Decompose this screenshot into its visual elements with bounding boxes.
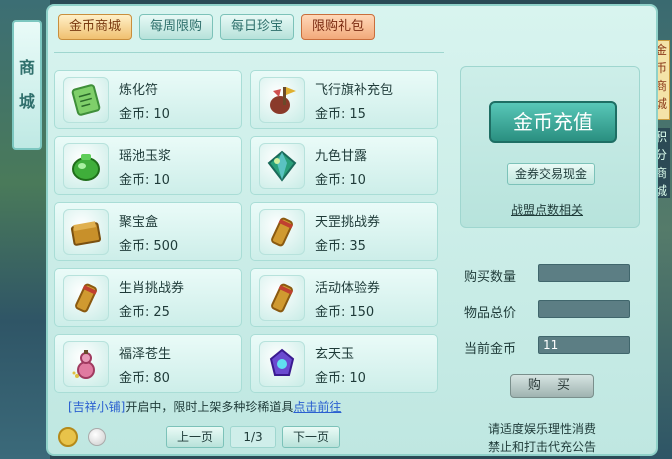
scroll-icon [259,275,305,321]
item-price: 金币: 25 [119,301,170,320]
item-name: 瑶池玉浆 [119,149,172,164]
toggle-dot-icon[interactable] [88,428,106,446]
item-price: 金币: 150 [315,301,374,320]
price-value: 25 [153,305,170,320]
voucher-exchange-button[interactable]: 金券交易现金 [507,163,595,185]
gourd-icon [63,341,109,387]
price-label: 金币: [315,305,346,320]
price-label: 金币: [119,305,150,320]
item-name: 天罡挑战券 [315,215,381,230]
flag-pouch-icon [259,77,305,123]
purple-jade-icon [259,341,305,387]
alliance-points-link[interactable]: 战盟点数相关 [511,201,583,218]
shop-item[interactable]: 聚宝盒 金币: 500 [54,202,242,261]
item-price: 金币: 80 [119,367,170,386]
page-indicator: 1/3 [230,426,277,448]
next-page-button[interactable]: 下一页 [282,426,341,448]
item-name: 聚宝盒 [119,215,159,230]
nectar-gem-icon [259,143,305,189]
item-price: 金币: 15 [315,103,366,122]
item-name: 九色甘露 [315,149,368,164]
price-value: 500 [153,239,179,254]
item-grid: 炼化符 金币: 10 飞行旗补充包 金币: 15 瑶池玉浆 金币: 10 九色甘露 金… [54,70,440,393]
item-name: 活动体验券 [315,281,381,296]
price-value: 10 [153,173,170,188]
price-label: 金币: [119,239,150,254]
notice-shop-name: [吉祥小铺] [68,400,126,414]
shop-item[interactable]: 瑶池玉浆 金币: 10 [54,136,242,195]
quantity-label: 购买数量 [464,270,517,285]
treasure-box-icon [63,209,109,255]
recharge-panel: 金币充值 金券交易现金 战盟点数相关 [460,66,640,228]
price-label: 金币: [315,173,346,188]
item-name: 炼化符 [119,83,159,98]
price-label: 金币: [315,107,346,122]
shop-item[interactable]: 天罡挑战券 金币: 35 [250,202,438,261]
item-price: 金币: 10 [315,367,366,386]
shop-notice: [吉祥小铺]开启中，限时上架多种珍稀道具点击前往 [68,398,341,415]
side-tab-label-2: 城 [18,92,35,111]
current-gold-field: 11 [538,336,630,354]
talisman-icon [63,77,109,123]
total-price-field [538,300,630,318]
item-price: 金币: 35 [315,235,366,254]
side-tab-label-1: 商 [18,58,35,77]
quantity-input[interactable] [538,264,630,282]
buy-button[interactable]: 购 买 [510,374,594,398]
total-price-label: 物品总价 [464,306,517,321]
shop-item[interactable]: 活动体验券 金币: 150 [250,268,438,327]
price-value: 15 [349,107,366,122]
shop-item[interactable]: 九色甘露 金币: 10 [250,136,438,195]
search-icon[interactable] [58,427,78,447]
item-name: 福泽苍生 [119,347,172,362]
tab-gold-shop[interactable]: 金币商城 [58,14,133,40]
tab-divider [54,52,444,53]
item-name: 玄天玉 [315,347,355,362]
scroll-icon [259,209,305,255]
anti-proxy-notice-link[interactable]: 禁止和打击代充公告 [488,438,596,455]
tab-daily-treasure[interactable]: 每日珍宝 [220,14,295,40]
item-price: 金币: 10 [119,103,170,122]
price-value: 10 [349,173,366,188]
shop-item[interactable]: 福泽苍生 金币: 80 [54,334,242,393]
scroll-icon [63,275,109,321]
item-name: 生肖挑战券 [119,281,185,296]
price-value: 10 [349,371,366,386]
price-label: 金币: [315,239,346,254]
item-price: 金币: 10 [119,169,170,188]
prev-page-button[interactable]: 上一页 [166,426,225,448]
tab-weekly-limit[interactable]: 每周限购 [139,14,214,40]
shop-item[interactable]: 炼化符 金币: 10 [54,70,242,129]
price-value: 10 [153,107,170,122]
price-value: 35 [349,239,366,254]
side-tab-shop[interactable]: 商 城 [12,20,42,150]
notice-body: 开启中，限时上架多种珍稀道具 [125,400,294,414]
jade-pot-icon [63,143,109,189]
tab-limited-pack[interactable]: 限购礼包 [301,14,376,40]
shop-item[interactable]: 飞行旗补充包 金币: 15 [250,70,438,129]
price-value: 80 [153,371,170,386]
pager: 上一页 1/3 下一页 [166,426,341,448]
current-gold-label: 当前金币 [464,342,517,357]
price-label: 金币: [119,371,150,386]
price-label: 金币: [315,371,346,386]
shop-tabs: 金币商城 每周限购 每日珍宝 限购礼包 [58,14,376,40]
price-value: 150 [349,305,375,320]
shop-item[interactable]: 玄天玉 金币: 10 [250,334,438,393]
price-label: 金币: [119,107,150,122]
item-name: 飞行旗补充包 [315,83,394,98]
item-price: 金币: 500 [119,235,178,254]
shop-window: 金币商城 每周限购 每日珍宝 限购礼包 炼化符 金币: 10 飞行旗补充包 金币:… [46,4,658,456]
notice-go-link[interactable]: 点击前往 [293,400,341,414]
item-price: 金币: 10 [315,169,366,188]
shop-item[interactable]: 生肖挑战券 金币: 25 [54,268,242,327]
gold-recharge-button[interactable]: 金币充值 [489,101,617,143]
moderation-notice: 请适度娱乐理性消费 [488,422,597,436]
price-label: 金币: [119,173,150,188]
